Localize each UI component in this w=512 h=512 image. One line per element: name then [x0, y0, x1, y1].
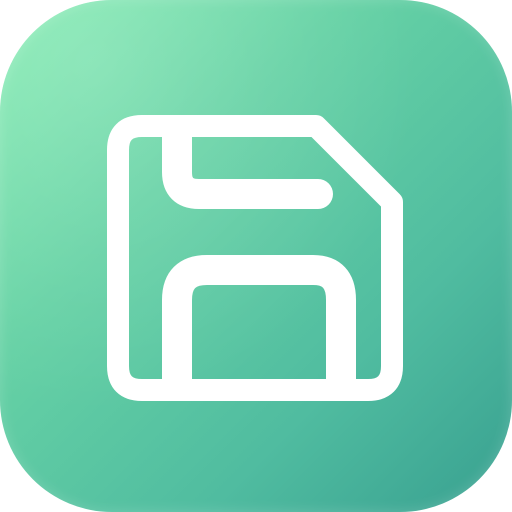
app-icon-tile[interactable]: floppy-disk	[0, 0, 512, 512]
floppy-shutter	[162, 122, 333, 209]
floppy-label	[162, 255, 356, 398]
save-icon	[107, 115, 403, 401]
